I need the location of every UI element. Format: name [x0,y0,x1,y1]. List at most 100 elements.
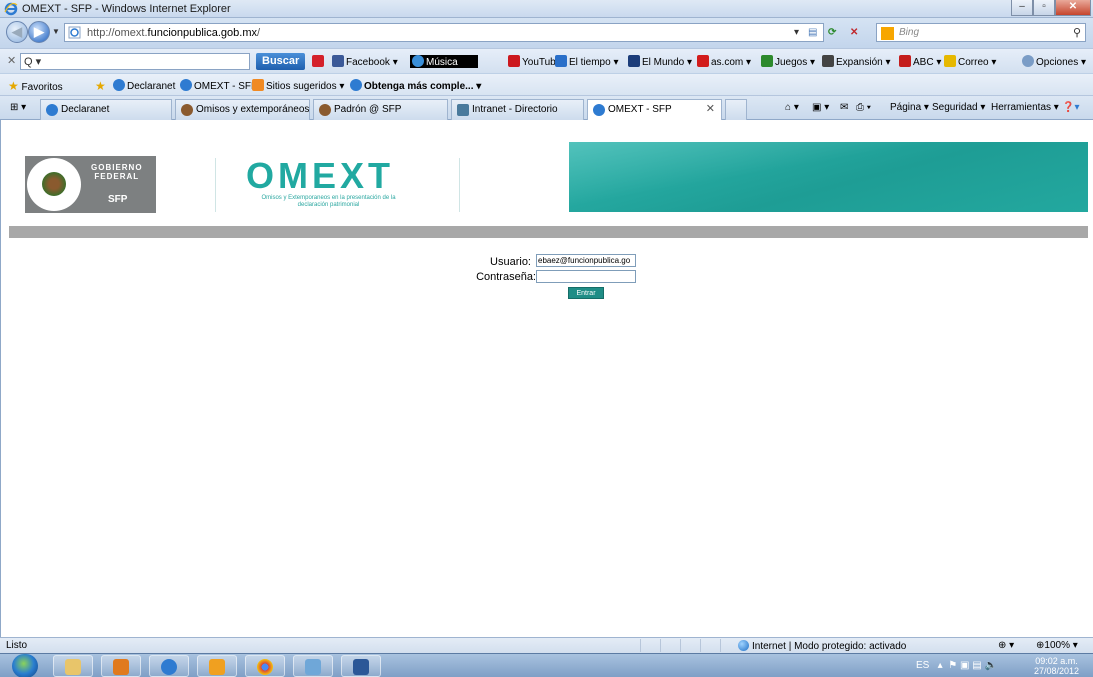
ie-page-icon [593,104,605,116]
favorite-obtenga-mas[interactable]: Obtenga más comple... ▾ [350,79,481,92]
bing-search-input[interactable]: Bing ⚲ [876,23,1086,42]
page-menu[interactable]: Página ▾ [890,102,929,113]
tab-omext[interactable]: OMEXT - SFP ✕ [587,99,722,121]
options-icon [1022,55,1034,67]
clock[interactable]: 09:02 a.m. 27/08/2012 [1034,656,1079,676]
omext-subtitle: Omisos y Extemporaneos en la presentació… [261,195,396,208]
compatibility-icon[interactable]: ▤ [808,23,817,42]
feeds-icon[interactable]: ▣ ▾ [812,102,829,113]
tab-bar: ⊞ ▾ Declaranet Omisos y extemporáneos ..… [0,95,1093,121]
system-tray: ES ▴ ⚑ ▣ ▤ 🔈 [916,660,997,671]
back-button[interactable]: ◀ [6,21,28,43]
ie-page-icon [180,79,192,91]
buscar-button[interactable]: Buscar [256,53,306,70]
windows-taskbar: ES ▴ ⚑ ▣ ▤ 🔈 09:02 a.m. 27/08/2012 [0,653,1093,677]
as-icon [697,55,709,67]
new-tab-button[interactable] [725,99,747,120]
taskbar-outlook[interactable] [197,655,237,677]
globe-icon [738,640,749,651]
address-dropdown-icon[interactable]: ▾ [794,23,799,42]
status-segment [720,639,734,652]
divider [215,158,216,212]
search-icon[interactable]: ⚲ [1073,26,1081,39]
page-icon [68,26,81,39]
toolbar-item-eltiempo[interactable]: El tiempo ▾ [555,55,618,68]
taskbar-internet-explorer[interactable] [149,655,189,677]
close-toolbar-icon[interactable]: ✕ [7,54,16,67]
divider [459,158,460,212]
taskbar-media-player[interactable] [101,655,141,677]
favorite-omext[interactable]: OMEXT - SFP [180,79,258,92]
bing-icon [881,27,894,40]
mexico-seal-icon [27,158,81,211]
zoom-level[interactable]: ⊕100% ▾ [1036,640,1078,651]
url-text: http://omext.funcionpublica.gob.mx/ [87,27,261,39]
favorite-sitios-sugeridos[interactable]: Sitios sugeridos ▾ [252,79,344,92]
contrasena-label: Contraseña: [476,271,536,283]
taskbar-chrome[interactable] [245,655,285,677]
window-title: OMEXT - SFP - Windows Internet Explorer [22,3,231,15]
quick-tabs-icon[interactable]: ⊞ ▾ [10,102,26,113]
close-window-button[interactable]: ✕ [1055,0,1091,16]
toolbar-item-youtube[interactable]: YouTube [508,55,561,68]
usuario-label: Usuario: [490,256,531,268]
toolbar-item-musica[interactable]: Música [410,55,478,68]
help-icon[interactable]: ❓▾ [1062,102,1079,113]
recent-pages-dropdown-icon[interactable]: ▼ [52,27,60,36]
start-button[interactable] [12,654,38,677]
seal-icon [181,104,193,116]
stop-icon[interactable]: ✕ [850,23,858,42]
tab-omisos[interactable]: Omisos y extemporáneos ... [175,99,310,120]
toolbar-search-input[interactable]: Q ▾ [20,53,250,70]
ask-icon[interactable] [312,55,326,68]
status-bar: Listo Internet | Modo protegido: activad… [0,637,1093,653]
taskbar-explorer[interactable] [53,655,93,677]
ie-page-icon [113,79,125,91]
favorites-button[interactable]: ★ Favoritos [8,79,63,93]
ie-page-icon [46,104,58,116]
language-indicator[interactable]: ES [916,660,929,671]
maximize-button[interactable]: ▫ [1033,0,1055,16]
toolbar-item-abc[interactable]: ABC ▾ [899,55,941,68]
suggested-sites-icon [252,79,264,91]
toolbar-item-elmundo[interactable]: El Mundo ▾ [628,55,692,68]
contrasena-input[interactable] [536,270,636,283]
security-menu[interactable]: Seguridad ▾ [932,102,985,113]
ie-icon [161,659,177,675]
tab-intranet[interactable]: Intranet - Directorio [451,99,584,120]
taskbar-word[interactable] [341,655,381,677]
security-zone[interactable]: Internet | Modo protegido: activado [738,640,906,652]
toolbar-item-juegos[interactable]: Juegos ▾ [761,55,815,68]
tab-declaranet[interactable]: Declaranet [40,99,172,120]
games-icon [761,55,773,67]
address-bar-row: ◀ ▶ ▼ http://omext.funcionpublica.gob.mx… [0,18,1093,48]
forward-button[interactable]: ▶ [28,21,50,43]
refresh-icon[interactable]: ⟳ [828,23,836,42]
toolbar-options[interactable]: Opciones ▾ [1022,55,1086,68]
favorite-declaranet[interactable]: Declaranet [113,79,175,92]
toolbar-item-expansion[interactable]: Expansión ▾ [822,55,891,68]
ie-page-icon [350,79,362,91]
protected-mode-icon[interactable]: ⊕ ▾ [998,640,1014,651]
intranet-icon [457,104,469,116]
youtube-icon [508,55,520,67]
add-favorite-icon[interactable]: ★ [95,79,106,93]
header-separator [9,226,1088,238]
tools-menu[interactable]: Herramientas ▾ [991,102,1059,113]
minimize-button[interactable]: – [1011,0,1033,16]
home-icon[interactable]: ⌂ ▾ [785,102,799,113]
entrar-button[interactable]: Entrar [568,287,604,299]
toolbar-item-correo[interactable]: Correo ▾ [944,55,996,68]
toolbar-item-facebook[interactable]: Facebook ▾ [332,55,398,68]
status-segment [640,639,654,652]
print-icon[interactable]: ⎙ ▾ [856,102,871,113]
address-input[interactable]: http://omext.funcionpublica.gob.mx/ [64,23,824,42]
usuario-input[interactable]: ebaez@funcionpublica.go [536,254,636,267]
tab-padron[interactable]: Padrón @ SFP [313,99,448,120]
toolbar-item-ascom[interactable]: as.com ▾ [697,55,751,68]
status-segment [680,639,694,652]
close-tab-icon[interactable]: ✕ [706,100,715,119]
mail-read-icon[interactable]: ✉ [840,102,848,113]
folder-icon [65,659,81,675]
taskbar-app[interactable] [293,655,333,677]
